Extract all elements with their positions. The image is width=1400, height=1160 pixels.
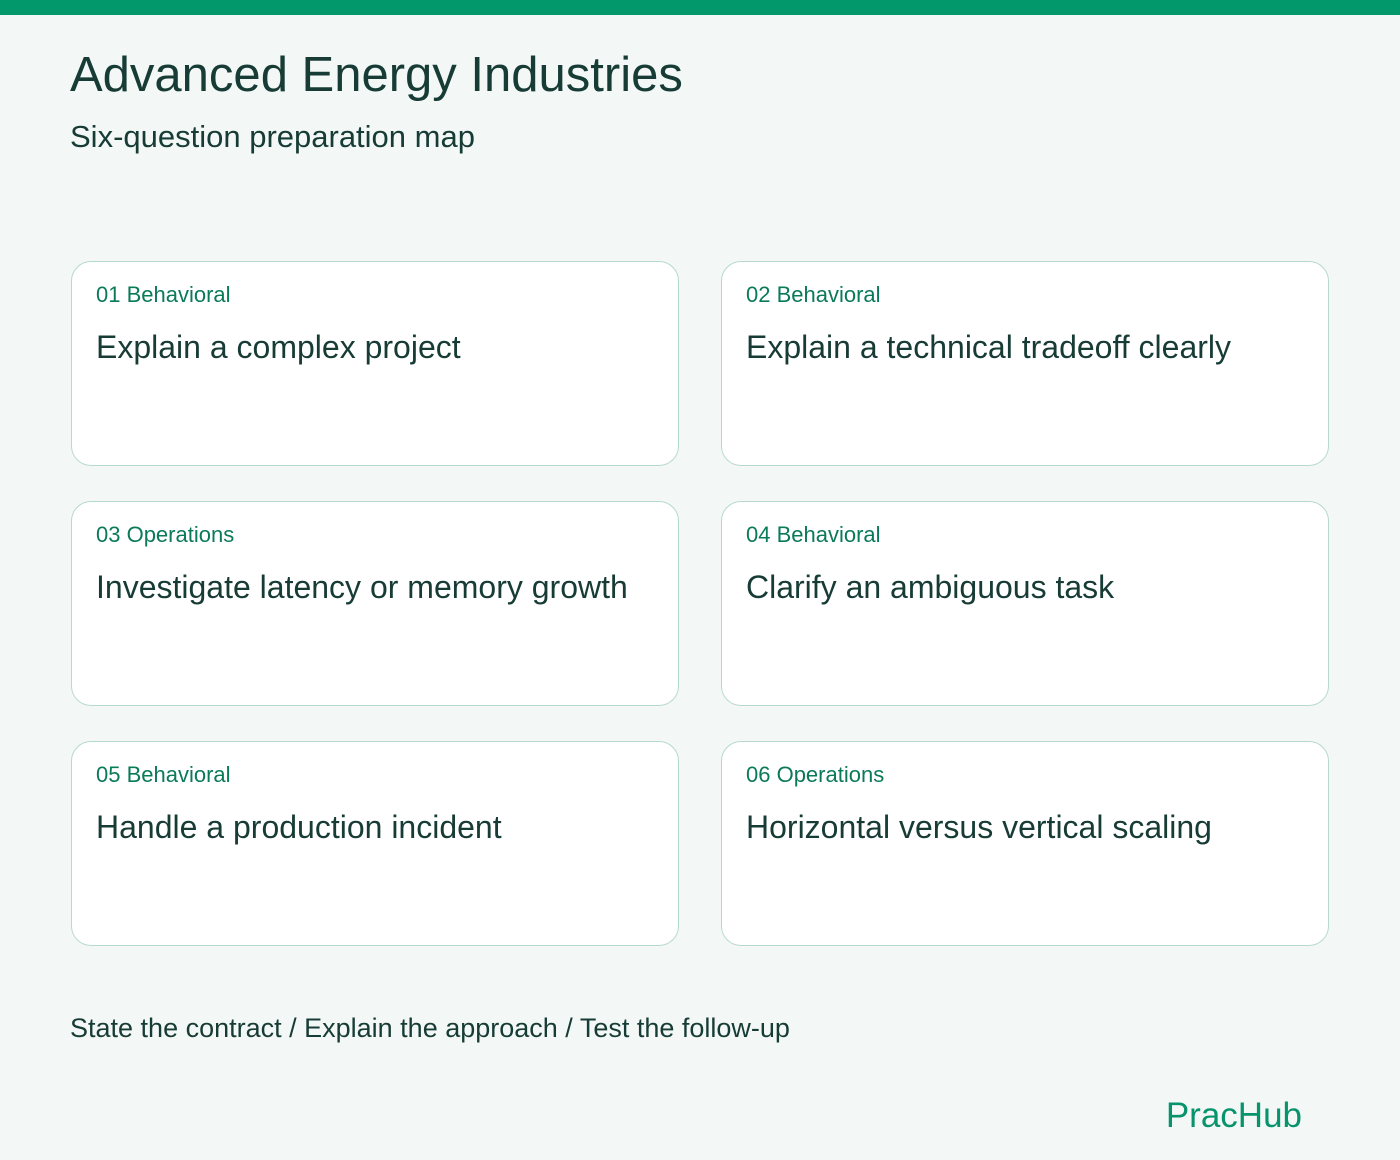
question-title: Horizontal versus vertical scaling xyxy=(746,809,1212,845)
question-title: Investigate latency or memory growth xyxy=(96,569,628,605)
question-title: Handle a production incident xyxy=(96,809,502,845)
page-title: Advanced Energy Industries xyxy=(70,48,683,102)
brand-logo: PracHub xyxy=(1165,1096,1302,1135)
question-title: Explain a complex project xyxy=(96,329,461,365)
question-card-01[interactable]: 01 Behavioral Explain a complex project xyxy=(71,261,679,466)
question-title: Explain a technical tradeoff clearly xyxy=(746,329,1232,365)
question-title: Clarify an ambiguous task xyxy=(746,569,1115,605)
question-card-03[interactable]: 03 Operations Investigate latency or mem… xyxy=(71,501,679,706)
question-tag: 04 Behavioral xyxy=(746,522,881,547)
question-card-05[interactable]: 05 Behavioral Handle a production incide… xyxy=(71,741,679,946)
question-tag: 02 Behavioral xyxy=(746,282,881,307)
preparation-steps: State the contract / Explain the approac… xyxy=(70,1013,790,1043)
question-card-04[interactable]: 04 Behavioral Clarify an ambiguous task xyxy=(721,501,1329,706)
question-card-02[interactable]: 02 Behavioral Explain a technical tradeo… xyxy=(721,261,1329,466)
question-tag: 01 Behavioral xyxy=(96,282,231,307)
question-card-06[interactable]: 06 Operations Horizontal versus vertical… xyxy=(721,741,1329,946)
page-subtitle: Six-question preparation map xyxy=(70,119,475,154)
question-tag: 06 Operations xyxy=(746,762,885,787)
question-tag: 05 Behavioral xyxy=(96,762,231,787)
top-accent-bar xyxy=(0,0,1400,15)
question-tag: 03 Operations xyxy=(96,522,235,547)
